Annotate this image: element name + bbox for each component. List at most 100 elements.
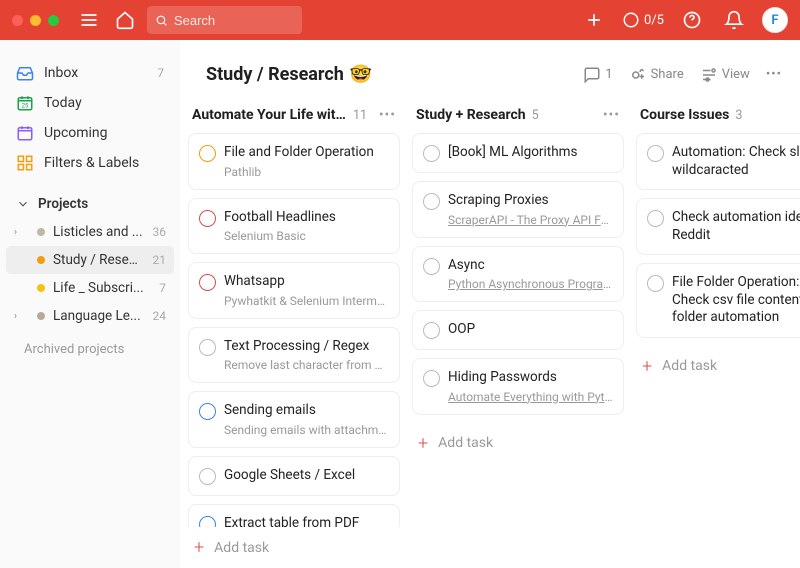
projects-heading[interactable]: Projects: [6, 178, 174, 218]
project-count: 36: [153, 225, 167, 239]
project-item[interactable]: ›Life _ Subscri...7: [6, 274, 174, 302]
task-card[interactable]: Check automation ideas Reddit: [636, 198, 800, 255]
column-title[interactable]: Course Issues: [640, 107, 729, 123]
task-card[interactable]: Sending emailsSending emails with attach…: [188, 391, 400, 448]
task-checkbox[interactable]: [199, 274, 216, 291]
nav-label: Today: [44, 95, 82, 111]
project-count: 21: [153, 253, 167, 267]
task-checkbox[interactable]: [199, 145, 216, 162]
task-card[interactable]: WhatsappPywhatkit & Selenium Intermediat…: [188, 262, 400, 319]
task-checkbox[interactable]: [647, 210, 664, 227]
task-title: Automation: Check slides wildcaracted: [672, 144, 800, 179]
task-title: Hiding Passwords: [448, 369, 613, 387]
task-card[interactable]: AsyncPython Asynchronous Programmin...: [412, 246, 624, 303]
home-icon[interactable]: [111, 6, 139, 34]
task-checkbox[interactable]: [647, 145, 664, 162]
chevron-down-icon: [16, 197, 30, 211]
task-checkbox[interactable]: [647, 275, 664, 292]
task-title: Google Sheets / Excel: [224, 467, 389, 485]
task-checkbox[interactable]: [423, 193, 440, 210]
column-title[interactable]: Study + Research: [416, 107, 526, 123]
view-button[interactable]: View: [700, 66, 750, 84]
help-icon[interactable]: [678, 6, 706, 34]
column-menu[interactable]: •••: [603, 107, 620, 123]
progress-icon: [622, 11, 640, 29]
task-card[interactable]: Extract table from PDFCamelot: [188, 504, 400, 527]
project-count: 24: [153, 309, 167, 323]
add-task-button[interactable]: +Add task: [412, 423, 624, 464]
minimize-dot[interactable]: [30, 15, 41, 26]
column-menu[interactable]: •••: [379, 107, 396, 123]
task-title: OOP: [448, 321, 613, 339]
task-checkbox[interactable]: [423, 258, 440, 275]
column-count: 5: [532, 108, 539, 123]
avatar[interactable]: F: [762, 7, 788, 33]
task-card[interactable]: Google Sheets / Excel: [188, 456, 400, 496]
column-title[interactable]: Automate Your Life with Pyt...: [192, 107, 347, 123]
task-subtitle: Pywhatkit & Selenium Intermediate: [224, 294, 389, 308]
close-dot[interactable]: [12, 15, 23, 26]
task-card[interactable]: Football HeadlinesSelenium Basic: [188, 198, 400, 255]
plus-icon: +: [418, 433, 428, 454]
productivity-indicator[interactable]: 0/5: [622, 11, 664, 29]
project-label: Listicles and ...: [53, 224, 144, 240]
task-checkbox[interactable]: [423, 370, 440, 387]
topbar: 0/5 F: [0, 0, 800, 40]
board-column: Automate Your Life with Pyt...11•••File …: [188, 101, 400, 568]
task-checkbox[interactable]: [199, 468, 216, 485]
task-subtitle: Pathlib: [224, 165, 389, 179]
nav-filters[interactable]: Filters & Labels: [6, 148, 174, 178]
project-bullet: [37, 312, 45, 320]
add-icon[interactable]: [580, 6, 608, 34]
search-input[interactable]: [174, 13, 294, 28]
maximize-dot[interactable]: [48, 15, 59, 26]
task-checkbox[interactable]: [199, 210, 216, 227]
chevron-right-icon: ›: [14, 227, 17, 238]
task-card[interactable]: File and Folder Operation Pathlib: [188, 133, 400, 190]
title-emoji: 🤓: [350, 64, 372, 85]
task-card[interactable]: Hiding PasswordsAutomate Everything with…: [412, 358, 624, 415]
view-icon: [700, 66, 718, 84]
task-card[interactable]: Scraping ProxiesScraperAPI - The Proxy A…: [412, 181, 624, 238]
archived-projects[interactable]: Archived projects: [6, 330, 174, 369]
main-area: Study / Research 🤓 1 Share View •••: [180, 40, 800, 568]
project-label: Life _ Subscri...: [53, 280, 151, 296]
upcoming-icon: [16, 124, 34, 142]
menu-icon[interactable]: [75, 6, 103, 34]
task-checkbox[interactable]: [199, 403, 216, 420]
task-card[interactable]: Automation: Check slides wildcaracted: [636, 133, 800, 190]
task-subtitle: Python Asynchronous Programmin...: [448, 277, 613, 291]
task-checkbox[interactable]: [423, 322, 440, 339]
task-checkbox[interactable]: [199, 339, 216, 356]
add-task-button[interactable]: +Add task: [636, 346, 800, 387]
project-label: Study / Resea...: [53, 252, 144, 268]
task-card[interactable]: OOP: [412, 310, 624, 350]
comments-button[interactable]: 1: [583, 66, 612, 84]
task-title: Football Headlines: [224, 209, 389, 227]
task-title: File and Folder Operation: [224, 144, 389, 162]
notification-icon[interactable]: [720, 6, 748, 34]
board-column: Course Issues3•••Automation: Check slide…: [636, 101, 800, 568]
share-button[interactable]: Share: [629, 66, 684, 84]
project-item[interactable]: ›Language Le...24: [6, 302, 174, 330]
task-title: Check automation ideas Reddit: [672, 209, 800, 244]
share-icon: [629, 66, 647, 84]
more-menu[interactable]: •••: [766, 67, 782, 82]
task-card[interactable]: Text Processing / RegexRemove last chara…: [188, 327, 400, 384]
nav-label: Inbox: [44, 65, 78, 81]
search-box[interactable]: [147, 6, 302, 34]
task-card[interactable]: File Folder Operation: Check csv file co…: [636, 263, 800, 338]
nav-inbox[interactable]: Inbox 7: [6, 58, 174, 88]
filters-icon: [16, 154, 34, 172]
task-subtitle: Remove last character from files, r...: [224, 358, 389, 372]
project-item[interactable]: ›Study / Resea...21: [6, 246, 174, 274]
inbox-icon: [16, 64, 34, 82]
project-item[interactable]: › Listicles and ... 36: [6, 218, 174, 246]
nav-today[interactable]: 25 Today: [6, 88, 174, 118]
task-checkbox[interactable]: [199, 516, 216, 527]
nav-upcoming[interactable]: Upcoming: [6, 118, 174, 148]
task-checkbox[interactable]: [423, 145, 440, 162]
nav-label: Filters & Labels: [44, 155, 139, 171]
add-task-button[interactable]: +Add task: [188, 527, 400, 568]
task-card[interactable]: [Book] ML Algorithms: [412, 133, 624, 173]
